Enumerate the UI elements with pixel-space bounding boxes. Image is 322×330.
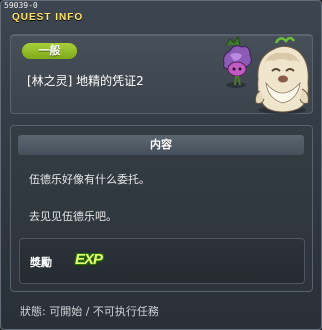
npc-portrait-icon xyxy=(223,35,309,114)
quest-content-panel: 内容 伍德乐好像有什么委托。 去见见伍德乐吧。 獎勵 EXP xyxy=(10,125,313,292)
quest-status: 狀態: 可開始 / 不可执行任務 xyxy=(20,305,159,318)
category-badge: 一般 xyxy=(22,43,77,59)
quest-name: [林之灵] 地精的凭证2 xyxy=(27,74,144,88)
description-line-2: 去见见伍德乐吧。 xyxy=(29,210,117,223)
content-heading: 内容 xyxy=(18,135,304,155)
quest-info-window: 59039-0 QUEST INFO 一般 [林之灵] 地精的凭证2 内容 伍德… xyxy=(0,0,322,330)
reward-panel: 獎勵 EXP xyxy=(19,238,305,284)
exp-icon: EXP xyxy=(75,251,103,268)
window-title: QUEST INFO xyxy=(12,12,84,23)
quest-header-panel: 一般 [林之灵] 地精的凭证2 xyxy=(10,34,313,114)
quest-id: 59039-0 xyxy=(4,1,38,10)
reward-label: 獎勵 xyxy=(30,256,52,269)
description-line-1: 伍德乐好像有什么委托。 xyxy=(29,173,150,186)
